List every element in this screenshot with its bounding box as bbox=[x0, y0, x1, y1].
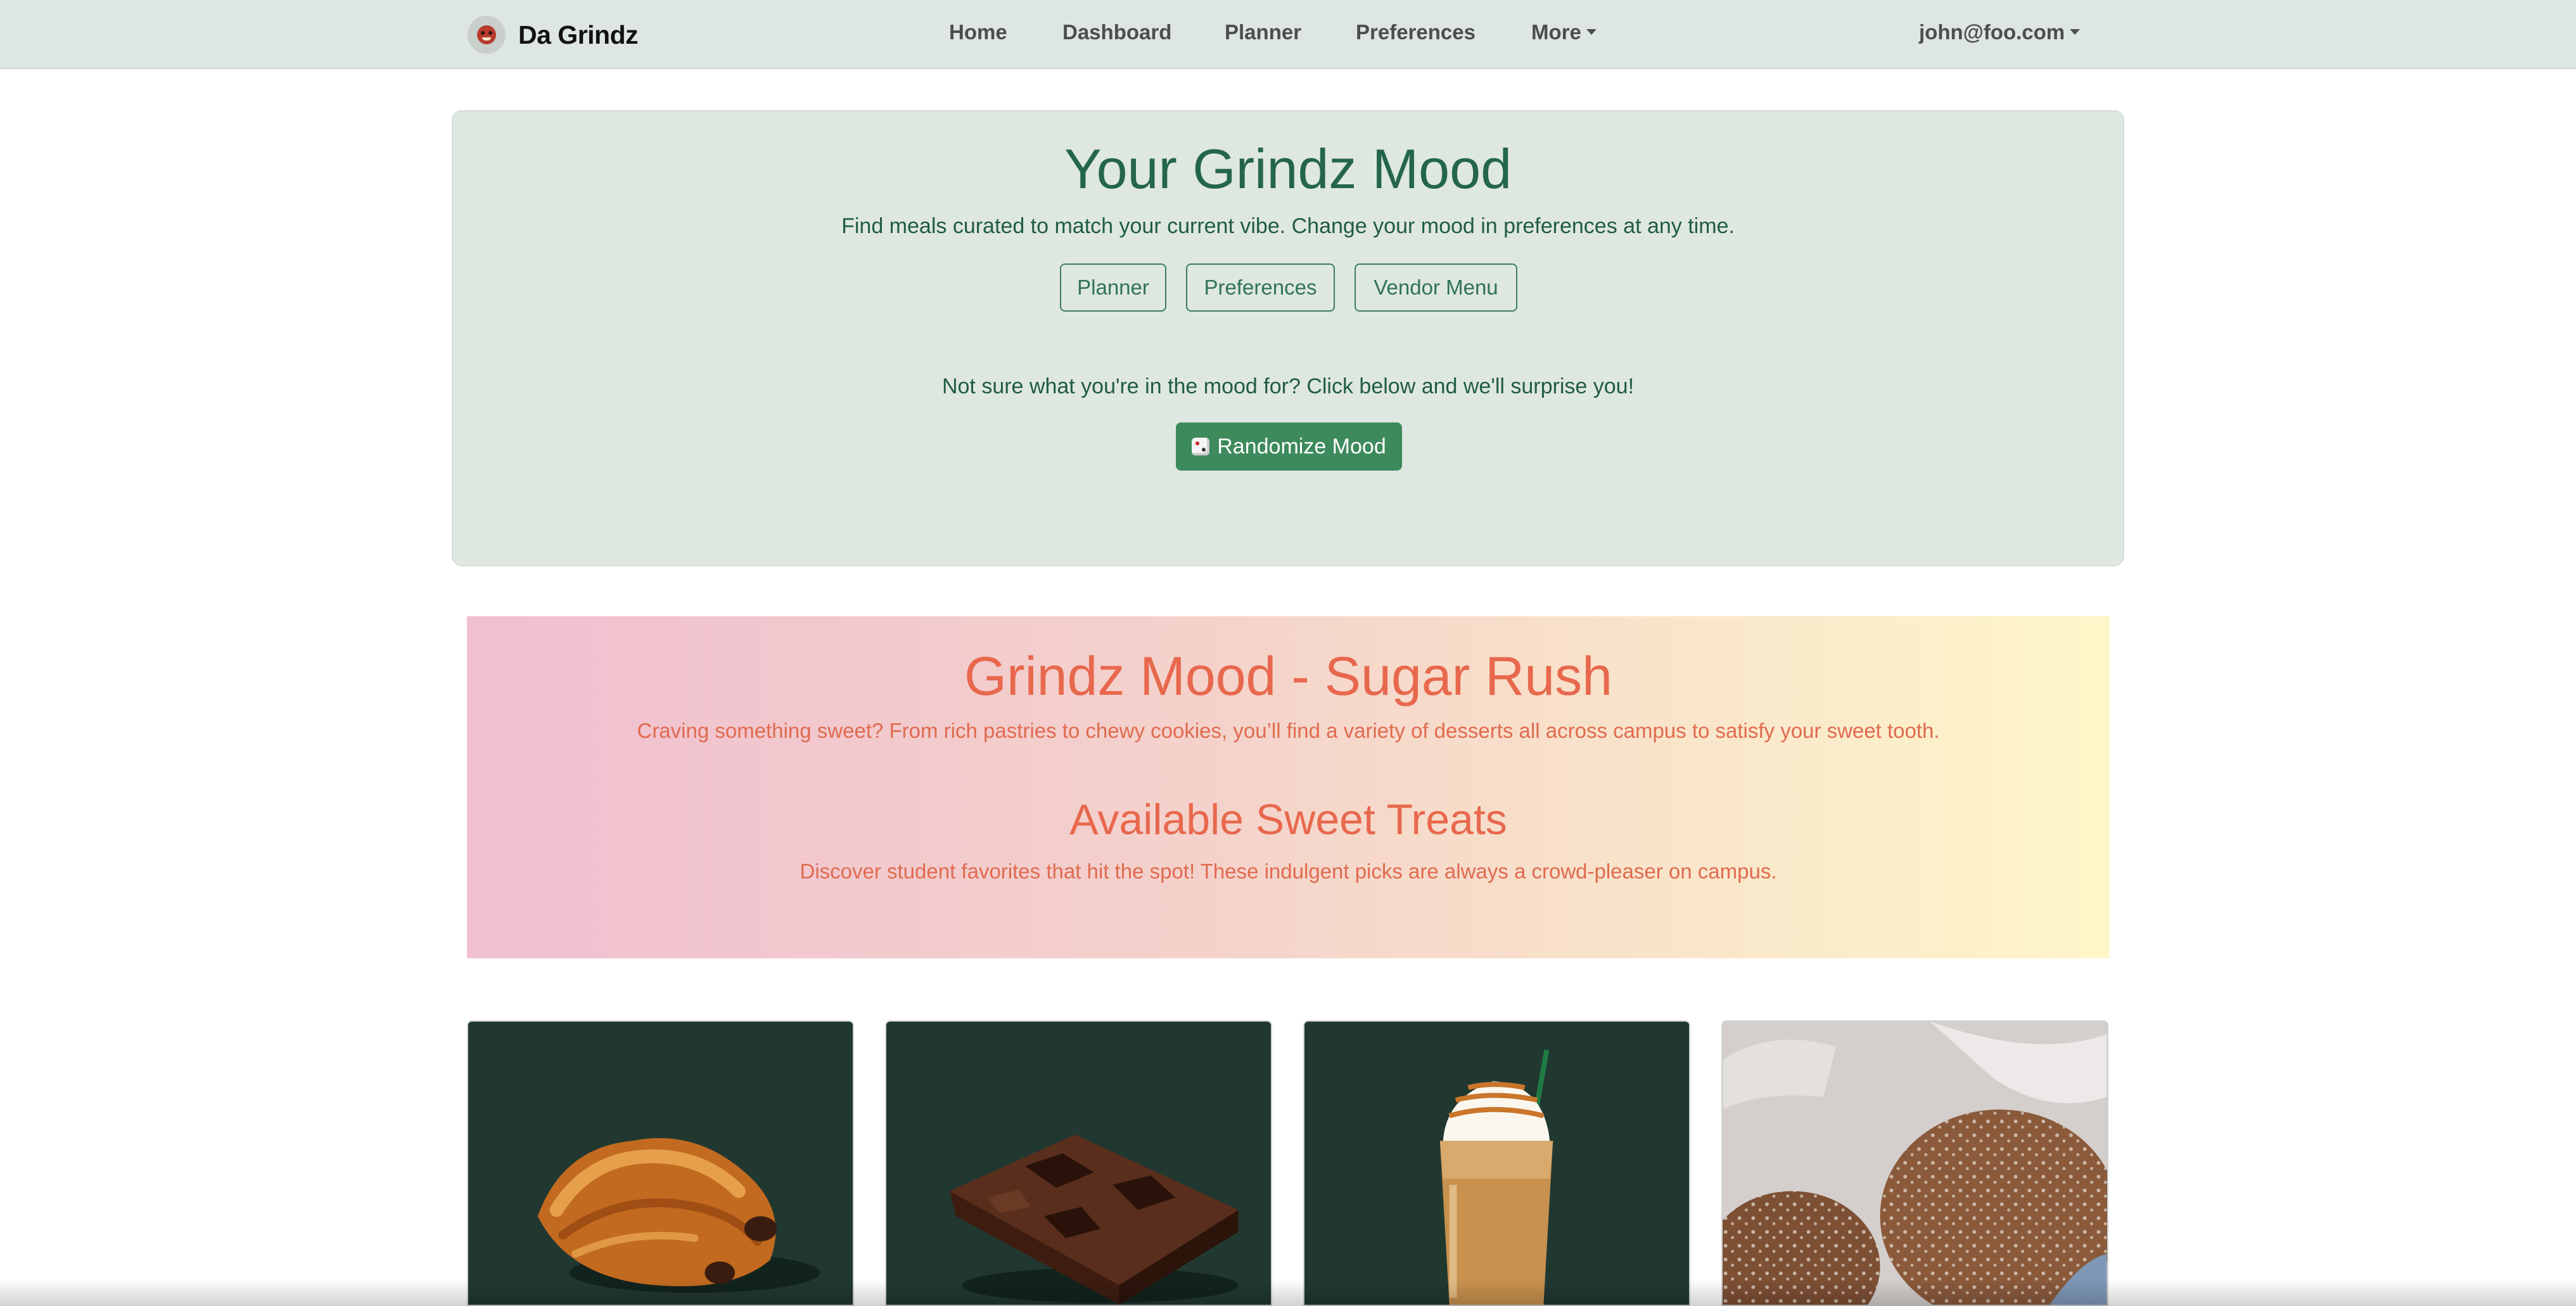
nav-home[interactable]: Home bbox=[949, 20, 1007, 44]
caret-down-icon bbox=[2070, 29, 2081, 35]
mood-title: Grindz Mood - Sugar Rush bbox=[964, 646, 1612, 707]
vendor-menu-button[interactable]: Vendor Menu bbox=[1355, 263, 1517, 312]
brand-logo-icon bbox=[468, 16, 506, 54]
hero-subtitle: Find meals curated to match your current… bbox=[841, 214, 1735, 238]
caret-down-icon bbox=[1586, 29, 1597, 35]
user-menu-dropdown[interactable]: john@foo.com bbox=[1919, 20, 2081, 44]
window-bottom-shadow bbox=[0, 1279, 2576, 1306]
dice-icon bbox=[1192, 438, 1210, 455]
randomize-mood-button[interactable]: Randomize Mood bbox=[1176, 422, 1402, 471]
nav-more-label: More bbox=[1531, 20, 1581, 44]
brownie-image bbox=[949, 1134, 1239, 1305]
navbar: Da Grindz Home Dashboard Planner Prefere… bbox=[0, 0, 2576, 69]
nav-dashboard[interactable]: Dashboard bbox=[1062, 20, 1171, 44]
food-card-brownie[interactable] bbox=[885, 1020, 1272, 1306]
nav-more-dropdown[interactable]: More bbox=[1531, 20, 1597, 44]
hero-title: Your Grindz Mood bbox=[1064, 137, 1512, 200]
mood-hero: Your Grindz Mood Find meals curated to m… bbox=[452, 110, 2124, 566]
randomize-prompt: Not sure what you're in the mood for? Cl… bbox=[941, 374, 1635, 398]
brand-name: Da Grindz bbox=[518, 20, 639, 49]
chocolate-croissant-image bbox=[537, 1138, 820, 1293]
user-email: john@foo.com bbox=[1919, 20, 2065, 44]
food-card-malasada[interactable] bbox=[1721, 1020, 2108, 1306]
nav-planner[interactable]: Planner bbox=[1225, 20, 1301, 44]
food-card-croissant[interactable] bbox=[467, 1020, 854, 1306]
sweet-treats-heading: Available Sweet Treats bbox=[1069, 796, 1507, 844]
food-card-frappuccino[interactable] bbox=[1303, 1020, 1690, 1306]
randomize-mood-label: Randomize Mood bbox=[1217, 434, 1386, 459]
malasada-image bbox=[1723, 1022, 2107, 1305]
planner-button[interactable]: Planner bbox=[1060, 263, 1166, 312]
brand-link[interactable]: Da Grindz bbox=[468, 15, 639, 54]
preferences-button[interactable]: Preferences bbox=[1186, 263, 1335, 312]
mood-description: Craving something sweet? From rich pastr… bbox=[637, 719, 1940, 742]
nav-preferences[interactable]: Preferences bbox=[1356, 20, 1476, 44]
sweet-treats-description: Discover student favorites that hit the … bbox=[800, 859, 1777, 883]
mood-banner: Grindz Mood - Sugar Rush Craving somethi… bbox=[467, 616, 2110, 958]
caramel-frappuccino-image bbox=[1439, 1049, 1553, 1305]
